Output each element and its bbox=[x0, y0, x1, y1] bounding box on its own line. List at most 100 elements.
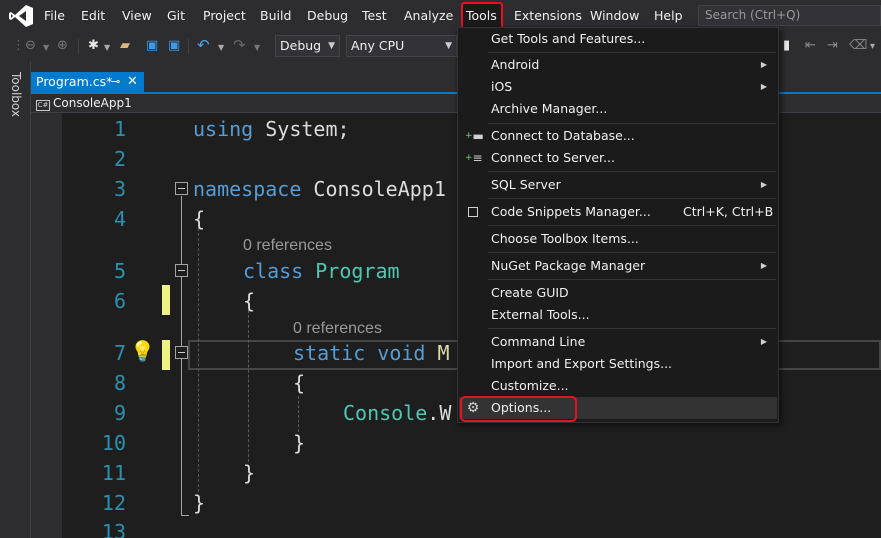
codelens-references[interactable]: 0 references bbox=[293, 319, 382, 339]
dropdown-arrow-icon[interactable]: ▼ bbox=[104, 39, 110, 57]
toolbar-separator bbox=[78, 39, 79, 54]
dropdown-arrow-icon[interactable]: ▼ bbox=[218, 39, 224, 57]
line-number: 2 bbox=[113, 147, 126, 171]
change-marker bbox=[162, 340, 170, 370]
menu-item-label: Archive Manager... bbox=[491, 101, 608, 116]
menu-item-external-tools[interactable]: External Tools... bbox=[459, 304, 777, 326]
menu-item-import-export-settings[interactable]: Import and Export Settings... bbox=[459, 353, 777, 375]
menu-item-label: Create GUID bbox=[491, 285, 569, 300]
new-project-icon[interactable]: ✱ bbox=[88, 37, 99, 55]
menu-item-nuget[interactable]: NuGet Package Manager ▶ bbox=[459, 255, 777, 277]
next-bookmark-icon[interactable]: ⇥ bbox=[827, 37, 838, 55]
chevron-down-icon: ▼ bbox=[328, 41, 335, 51]
menu-item-get-tools[interactable]: Get Tools and Features... bbox=[459, 28, 777, 50]
glyph-margin bbox=[31, 113, 62, 538]
collapse-class-toggle[interactable] bbox=[175, 264, 188, 277]
line-number: 3 bbox=[113, 177, 126, 201]
menu-item-label: Connect to Database... bbox=[491, 128, 635, 143]
line-number: 10 bbox=[101, 431, 126, 455]
menu-item-choose-toolbox-items[interactable]: Choose Toolbox Items... bbox=[459, 228, 777, 250]
line-number: 11 bbox=[101, 461, 126, 485]
menu-edit[interactable]: Edit bbox=[81, 0, 105, 31]
csharp-project-icon: C# bbox=[36, 100, 50, 111]
close-icon[interactable]: ✕ bbox=[127, 72, 138, 92]
codelens-references[interactable]: 0 references bbox=[243, 236, 332, 256]
bookmark-icon[interactable]: ▮ bbox=[783, 37, 790, 55]
menu-debug[interactable]: Debug bbox=[307, 0, 348, 31]
line-number: 7 bbox=[113, 341, 126, 365]
menu-separator bbox=[488, 252, 776, 253]
menu-item-android[interactable]: Android ▶ bbox=[459, 54, 777, 76]
code-line-5: class Program bbox=[243, 259, 400, 283]
clear-bookmarks-icon[interactable]: ⌫ bbox=[849, 37, 867, 55]
collapse-namespace-toggle[interactable] bbox=[175, 182, 188, 195]
menu-file[interactable]: File bbox=[44, 0, 65, 31]
menu-project[interactable]: Project bbox=[203, 0, 246, 31]
menu-separator bbox=[488, 279, 776, 280]
menu-item-code-snippets[interactable]: Code Snippets Manager... Ctrl+K, Ctrl+B bbox=[459, 201, 777, 223]
search-input[interactable]: Search (Ctrl+Q) bbox=[698, 5, 881, 26]
code-line-1: using System; bbox=[193, 117, 350, 141]
collapse-method-toggle[interactable] bbox=[175, 346, 188, 359]
previous-bookmark-icon[interactable]: ⇤ bbox=[805, 37, 816, 55]
server-icon: +≡ bbox=[465, 151, 483, 165]
toolbar-grip-icon: ⋮ bbox=[12, 38, 25, 53]
toolbox-tab[interactable]: Toolbox bbox=[9, 72, 23, 117]
line-number: 12 bbox=[101, 491, 126, 515]
menu-item-label: Connect to Server... bbox=[491, 150, 615, 165]
menu-item-connect-server[interactable]: +≡ Connect to Server... bbox=[459, 147, 777, 169]
menu-item-label: NuGet Package Manager bbox=[491, 258, 646, 273]
options-highlight bbox=[460, 396, 577, 422]
menu-item-label: SQL Server bbox=[491, 177, 561, 192]
line-number: 13 bbox=[101, 520, 126, 538]
pin-icon[interactable]: ⊸ bbox=[111, 72, 120, 92]
line-number: 1 bbox=[113, 117, 126, 141]
configuration-select[interactable]: Debug ▼ bbox=[275, 35, 340, 57]
checkbox-icon bbox=[465, 201, 481, 223]
menu-item-connect-database[interactable]: +▬ Connect to Database... bbox=[459, 125, 777, 147]
save-icon[interactable]: ▣ bbox=[146, 37, 158, 55]
project-dropdown[interactable]: C# ConsoleApp1 bbox=[36, 95, 132, 112]
menu-item-label: External Tools... bbox=[491, 307, 590, 322]
redo-icon[interactable]: ↷ bbox=[233, 36, 246, 54]
menu-item-archive-manager[interactable]: Archive Manager... bbox=[459, 98, 777, 120]
toolbar-overflow-icon[interactable]: ▾ bbox=[870, 38, 875, 56]
change-marker bbox=[162, 285, 170, 315]
code-line-10: } bbox=[293, 431, 306, 455]
submenu-arrow-icon: ▶ bbox=[760, 180, 767, 189]
menu-item-command-line[interactable]: Command Line ▶ bbox=[459, 331, 777, 353]
code-line-7: static void M bbox=[293, 341, 450, 365]
lightbulb-icon[interactable]: 💡 bbox=[130, 339, 155, 363]
tab-program-cs[interactable]: Program.cs* ⊸ ✕ bbox=[31, 72, 144, 93]
dropdown-arrow-icon[interactable]: ▼ bbox=[43, 39, 49, 57]
line-number: 4 bbox=[113, 207, 126, 231]
undo-icon[interactable]: ↶ bbox=[197, 36, 210, 54]
visual-studio-logo-icon[interactable] bbox=[8, 4, 34, 28]
menu-separator bbox=[488, 198, 776, 199]
keyword: using bbox=[193, 117, 254, 141]
open-folder-icon[interactable]: ▰ bbox=[120, 37, 130, 55]
menu-item-customize[interactable]: Customize... bbox=[459, 375, 777, 397]
line-number: 5 bbox=[113, 259, 126, 283]
configuration-value: Debug bbox=[280, 38, 322, 53]
chevron-down-icon: ▼ bbox=[445, 41, 452, 51]
menu-git[interactable]: Git bbox=[167, 0, 185, 31]
menu-item-sql-server[interactable]: SQL Server ▶ bbox=[459, 174, 777, 196]
code-line-11: } bbox=[243, 461, 256, 485]
menu-test[interactable]: Test bbox=[362, 0, 387, 31]
menu-analyze[interactable]: Analyze bbox=[404, 0, 453, 31]
back-icon[interactable]: ⊖ bbox=[25, 37, 36, 55]
menu-build[interactable]: Build bbox=[260, 0, 291, 31]
menu-view[interactable]: View bbox=[122, 0, 152, 31]
save-all-icon[interactable]: ▣ bbox=[168, 37, 180, 55]
code-line-4: { bbox=[193, 207, 206, 231]
menu-item-ios[interactable]: iOS ▶ bbox=[459, 76, 777, 98]
code-line-12: } bbox=[193, 491, 206, 515]
forward-icon[interactable]: ⊕ bbox=[57, 37, 68, 55]
keyword: class bbox=[243, 259, 304, 283]
menu-item-create-guid[interactable]: Create GUID bbox=[459, 282, 777, 304]
project-name: ConsoleApp1 bbox=[53, 96, 132, 110]
outline-end bbox=[181, 515, 189, 516]
dropdown-arrow-icon[interactable]: ▼ bbox=[254, 39, 260, 57]
platform-select[interactable]: Any CPU ▼ bbox=[346, 35, 457, 57]
